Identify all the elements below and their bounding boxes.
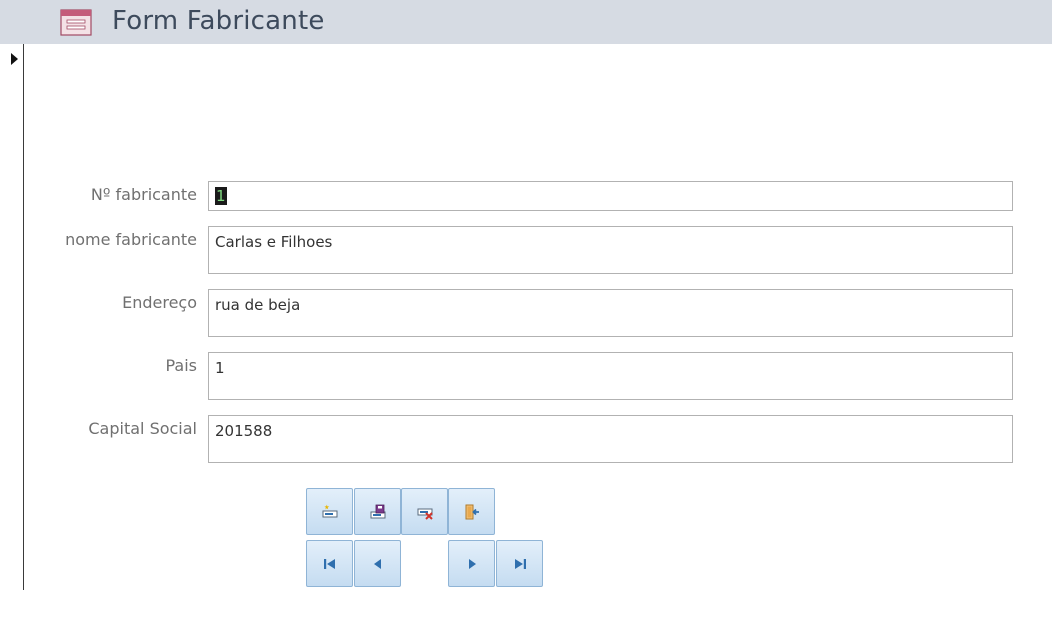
label-pais: Pais [165, 356, 197, 375]
form-icon [60, 9, 92, 36]
save-record-icon [370, 504, 386, 520]
previous-record-icon [371, 557, 385, 571]
delete-record-button[interactable] [401, 488, 448, 535]
form-title: Form Fabricante [112, 6, 325, 36]
label-capital-social: Capital Social [88, 419, 197, 438]
record-selector[interactable] [0, 44, 24, 590]
label-numero-fabricante: Nº fabricante [90, 185, 197, 204]
numero-fabricante-field[interactable]: 1 [208, 181, 1013, 211]
title-bar: Form Fabricante [0, 0, 1052, 44]
close-form-icon [464, 504, 480, 520]
last-record-button[interactable] [496, 540, 543, 587]
label-endereco: Endereço [122, 293, 197, 312]
endereco-value: rua de beja [215, 296, 301, 314]
endereco-field[interactable]: rua de beja [208, 289, 1013, 337]
next-record-button[interactable] [448, 540, 495, 587]
nome-fabricante-field[interactable]: Carlas e Filhoes [208, 226, 1013, 274]
delete-record-icon [417, 504, 433, 520]
nome-fabricante-value: Carlas e Filhoes [215, 233, 333, 251]
new-record-button[interactable] [306, 488, 353, 535]
new-record-icon [322, 504, 338, 520]
save-record-button[interactable] [354, 488, 401, 535]
next-record-icon [465, 557, 479, 571]
last-record-icon [513, 557, 527, 571]
pais-value: 1 [215, 359, 225, 377]
close-form-button[interactable] [448, 488, 495, 535]
pais-field[interactable]: 1 [208, 352, 1013, 400]
previous-record-button[interactable] [354, 540, 401, 587]
numero-fabricante-value: 1 [215, 187, 227, 205]
capital-social-field[interactable]: 201588 [208, 415, 1013, 463]
first-record-button[interactable] [306, 540, 353, 587]
capital-social-value: 201588 [215, 422, 273, 440]
label-nome-fabricante: nome fabricante [65, 230, 197, 249]
first-record-icon [323, 557, 337, 571]
current-record-pointer-icon [10, 50, 20, 65]
